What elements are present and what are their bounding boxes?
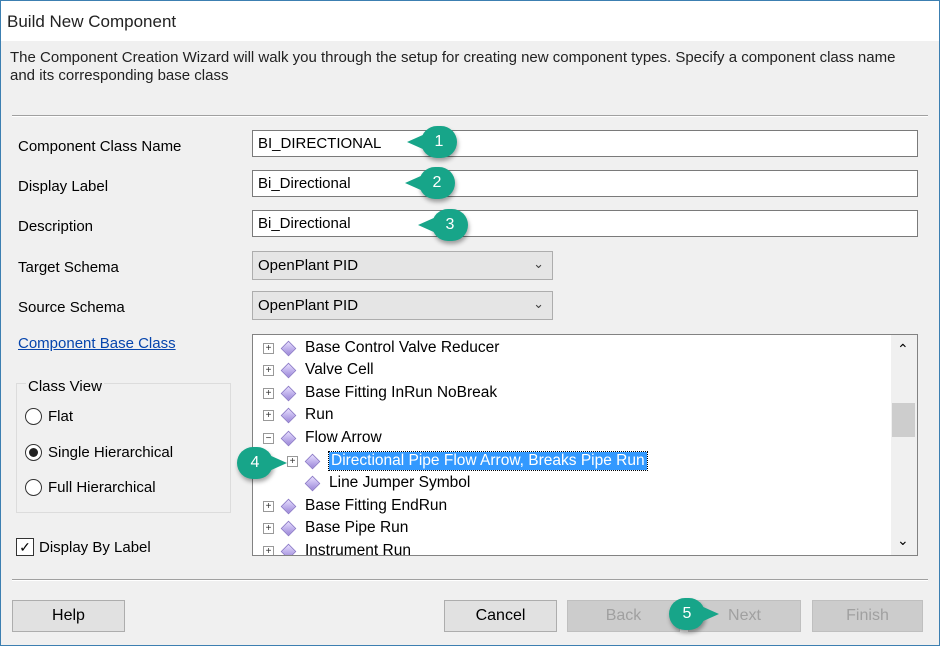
callout-3: 3 (418, 209, 468, 241)
tree-item[interactable]: + Base Fitting EndRun (263, 495, 447, 517)
intro-text: The Component Creation Wizard will walk … (10, 49, 896, 84)
tree-item-label: Base Control Valve Reducer (305, 339, 500, 356)
class-name-label: Component Class Name (18, 138, 182, 155)
callout-4: 4 (237, 447, 287, 479)
description-input[interactable]: Bi_Directional (252, 210, 918, 237)
display-label-label: Display Label (18, 178, 109, 195)
tree-item-label: Line Jumper Symbol (329, 474, 471, 491)
component-base-class-link[interactable]: Component Base Class (18, 335, 176, 352)
callout-1: 1 (407, 126, 457, 158)
radio-full-hierarchical[interactable]: Full Hierarchical (25, 479, 156, 496)
scroll-down-icon[interactable]: ⌄ (897, 532, 909, 549)
radio-label: Full Hierarchical (48, 479, 156, 496)
class-gem-icon (304, 475, 321, 491)
divider (12, 115, 928, 117)
expand-icon[interactable]: + (263, 342, 274, 354)
cancel-button[interactable]: Cancel (444, 600, 557, 632)
tree-item-selected[interactable]: + Directional Pipe Flow Arrow, Breaks Pip… (287, 450, 648, 472)
display-by-label-checkbox[interactable]: ✓ Display By Label (16, 538, 151, 556)
expand-icon[interactable]: + (263, 500, 274, 512)
tree-item-label: Directional Pipe Flow Arrow, Breaks Pipe… (328, 451, 648, 471)
back-button[interactable]: Back (567, 600, 680, 632)
source-schema-select[interactable]: OpenPlant PID ⌄ (252, 291, 553, 320)
radio-label: Single Hierarchical (48, 444, 174, 461)
class-gem-icon (280, 385, 297, 401)
tree-item[interactable]: − Flow Arrow (263, 427, 382, 449)
tree-item-label: Base Pipe Run (305, 519, 409, 536)
class-gem-icon (280, 430, 297, 446)
tree-item-label: Base Fitting InRun NoBreak (305, 384, 498, 401)
target-schema-select[interactable]: OpenPlant PID ⌄ (252, 251, 553, 280)
radio-label: Flat (48, 408, 74, 425)
expand-icon[interactable]: + (263, 364, 274, 376)
tree-item[interactable]: Line Jumper Symbol (304, 472, 471, 494)
class-gem-icon (280, 362, 297, 378)
dialog-window: Build New Component The Component Creati… (0, 0, 940, 646)
chevron-down-icon: ⌄ (533, 256, 544, 271)
checkmark-icon: ✓ (16, 538, 34, 556)
class-gem-icon (280, 407, 297, 423)
expand-icon[interactable]: + (263, 387, 274, 399)
class-view-title: Class View (26, 378, 104, 395)
radio-circle-icon (25, 408, 42, 425)
radio-flat[interactable]: Flat (25, 408, 73, 425)
radio-single-hierarchical[interactable]: Single Hierarchical (25, 444, 173, 461)
callout-2: 2 (405, 167, 455, 199)
tree-item[interactable]: + Instrument Run (263, 540, 411, 556)
divider (12, 579, 928, 581)
tree-item[interactable]: + Valve Cell (263, 359, 374, 381)
description-label: Description (18, 218, 94, 235)
class-tree[interactable]: + Base Control Valve Reducer + Valve Cell … (252, 334, 918, 556)
class-gem-icon (280, 340, 297, 356)
tree-item[interactable]: + Base Pipe Run (263, 517, 408, 539)
scroll-up-icon[interactable]: ⌃ (897, 341, 909, 358)
source-schema-value: OpenPlant PID (258, 297, 359, 314)
tree-item-label: Flow Arrow (305, 429, 382, 446)
tree-item[interactable]: + Base Fitting InRun NoBreak (263, 382, 497, 404)
class-gem-icon (280, 520, 297, 536)
expand-icon[interactable]: + (263, 545, 274, 555)
radio-circle-icon (25, 479, 42, 496)
tree-item[interactable]: + Run (263, 404, 333, 426)
tree-item-label: Base Fitting EndRun (305, 497, 448, 514)
display-label-input[interactable]: Bi_Directional (252, 170, 918, 197)
tree-item-label: Valve Cell (305, 361, 374, 378)
tree-item[interactable]: + Base Control Valve Reducer (263, 337, 499, 359)
class-gem-icon (280, 498, 297, 514)
checkbox-label: Display By Label (39, 538, 151, 556)
callout-5: 5 (669, 598, 719, 630)
class-name-input[interactable]: BI_DIRECTIONAL (252, 130, 918, 157)
tree-item-label: Instrument Run (305, 542, 411, 556)
help-button[interactable]: Help (12, 600, 125, 632)
target-schema-label: Target Schema (18, 259, 119, 276)
source-schema-label: Source Schema (18, 299, 125, 316)
window-title: Build New Component (1, 1, 939, 41)
class-view-group: Class View Flat Single Hierarchical Full… (16, 378, 231, 513)
expand-icon[interactable]: + (287, 455, 298, 467)
scrollbar-thumb[interactable] (892, 403, 915, 437)
tree-item-label: Run (305, 406, 334, 423)
class-gem-icon (280, 543, 297, 555)
target-schema-value: OpenPlant PID (258, 257, 359, 274)
radio-selected-icon (25, 444, 42, 461)
tree-scrollbar[interactable]: ⌃ ⌄ (891, 335, 917, 555)
finish-button[interactable]: Finish (812, 600, 923, 632)
collapse-icon[interactable]: − (263, 432, 274, 444)
class-gem-icon (304, 453, 321, 469)
chevron-down-icon: ⌄ (533, 296, 544, 311)
expand-icon[interactable]: + (263, 522, 274, 534)
expand-icon[interactable]: + (263, 409, 274, 421)
